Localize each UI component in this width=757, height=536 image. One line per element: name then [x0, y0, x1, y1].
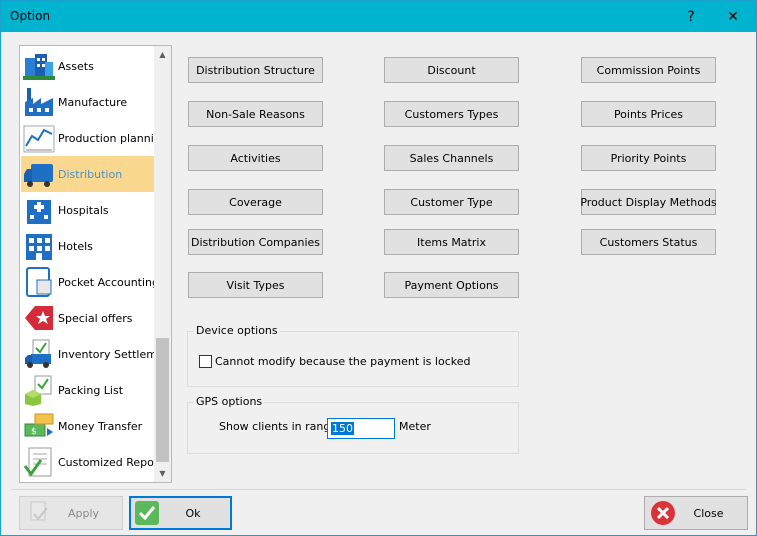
sidebar-item-production-planning[interactable]: Production planning — [21, 120, 168, 156]
apply-label: Apply — [67, 506, 100, 520]
payment-locked-label: Cannot modify because the payment is loc… — [215, 355, 471, 368]
sidebar-item-label: Customized Reports — [58, 455, 169, 469]
sidebar-item-label: Distribution — [58, 167, 123, 181]
sidebar-item-customized-reports[interactable]: Customized Reports — [21, 444, 168, 480]
sidebar-item-packing-list[interactable]: Packing List — [21, 372, 154, 408]
sidebar-item-money-transfer[interactable]: $ Money Transfer — [21, 408, 154, 444]
sidebar-item-pocket-accounting[interactable]: Pocket Accounting — [21, 264, 159, 300]
close-button[interactable]: Close — [644, 496, 748, 530]
factory-icon — [23, 86, 55, 118]
sidebar-item-inventory-settlement[interactable]: Inventory Settlement — [21, 336, 171, 372]
sidebar-item-distribution[interactable]: Distribution — [21, 156, 154, 192]
range-input-value: 150 — [331, 422, 354, 435]
points-prices-button[interactable]: Points Prices — [581, 101, 716, 127]
commission-points-button[interactable]: Commission Points — [581, 57, 716, 83]
distribution-companies-button[interactable]: Distribution Companies — [188, 229, 323, 255]
tag-star-icon — [23, 302, 55, 334]
sidebar-item-label: Packing List — [58, 383, 124, 397]
chart-icon — [23, 122, 55, 154]
report-check-icon — [23, 446, 55, 478]
sidebar-item-label: Hospitals — [58, 203, 109, 217]
range-label: Show clients in range — [219, 420, 338, 433]
sidebar-item-hotels[interactable]: Hotels — [21, 228, 154, 264]
scrollbar-thumb[interactable] — [156, 338, 169, 462]
apply-button[interactable]: Apply — [19, 496, 123, 530]
sidebar-scrollbar[interactable]: ▲ ▼ — [154, 46, 171, 482]
range-unit-label: Meter — [399, 420, 431, 433]
options-dialog: Option ? ✕ Assets Manufacture Production… — [0, 0, 757, 536]
sidebar-item-label: Manufacture — [58, 95, 128, 109]
close-label: Close — [693, 506, 724, 520]
items-matrix-button[interactable]: Items Matrix — [384, 229, 519, 255]
truck-icon — [23, 158, 55, 190]
title-bar: Option ? ✕ — [1, 1, 756, 32]
svg-text:$: $ — [31, 427, 37, 437]
tablet-icon — [23, 266, 55, 298]
payment-locked-checkbox[interactable] — [199, 355, 212, 368]
activities-button[interactable]: Activities — [188, 145, 323, 171]
device-options-title: Device options — [194, 324, 280, 337]
customers-status-button[interactable]: Customers Status — [581, 229, 716, 255]
help-button[interactable]: ? — [668, 1, 714, 32]
ok-button[interactable]: Ok — [129, 496, 232, 530]
gps-options-title: GPS options — [194, 395, 265, 408]
money-transfer-icon: $ — [23, 410, 55, 442]
non-sale-reasons-button[interactable]: Non-Sale Reasons — [188, 101, 323, 127]
hotel-icon — [23, 230, 55, 262]
coverage-button[interactable]: Coverage — [188, 189, 323, 215]
sidebar-item-assets[interactable]: Assets — [21, 48, 154, 84]
ok-label: Ok — [185, 506, 201, 520]
sidebar-item-label: Special offers — [58, 311, 133, 325]
visit-types-button[interactable]: Visit Types — [188, 272, 323, 298]
sidebar-item-hospitals[interactable]: Hospitals — [21, 192, 154, 228]
customer-type-button[interactable]: Customer Type — [384, 189, 519, 215]
sidebar-item-label: Assets — [58, 59, 94, 73]
customers-types-button[interactable]: Customers Types — [384, 101, 519, 127]
category-sidebar: Assets Manufacture Production planning D… — [19, 45, 172, 483]
sidebar-item-label: Production planning — [58, 131, 168, 145]
payment-options-button[interactable]: Payment Options — [384, 272, 519, 298]
package-list-icon — [23, 374, 55, 406]
close-window-button[interactable]: ✕ — [710, 1, 756, 32]
sidebar-item-manufacture[interactable]: Manufacture — [21, 84, 154, 120]
truck-check-icon — [23, 338, 55, 370]
range-input[interactable]: 150 — [327, 418, 395, 439]
scroll-down-arrow-icon[interactable]: ▼ — [154, 465, 171, 482]
footer-separator — [11, 489, 746, 490]
product-display-methods-button[interactable]: Product Display Methods — [580, 189, 717, 215]
hospital-icon — [23, 194, 55, 226]
sidebar-item-label: Hotels — [58, 239, 93, 253]
discount-button[interactable]: Discount — [384, 57, 519, 83]
priority-points-button[interactable]: Priority Points — [581, 145, 716, 171]
sidebar-item-label: Money Transfer — [58, 419, 143, 433]
sales-channels-button[interactable]: Sales Channels — [384, 145, 519, 171]
scroll-up-arrow-icon[interactable]: ▲ — [154, 46, 171, 63]
sidebar-item-special-offers[interactable]: Special offers — [21, 300, 154, 336]
sidebar-item-label: Pocket Accounting — [58, 275, 159, 289]
buildings-icon — [23, 50, 55, 82]
distribution-structure-button[interactable]: Distribution Structure — [188, 57, 323, 83]
window-title: Option — [10, 9, 51, 23]
